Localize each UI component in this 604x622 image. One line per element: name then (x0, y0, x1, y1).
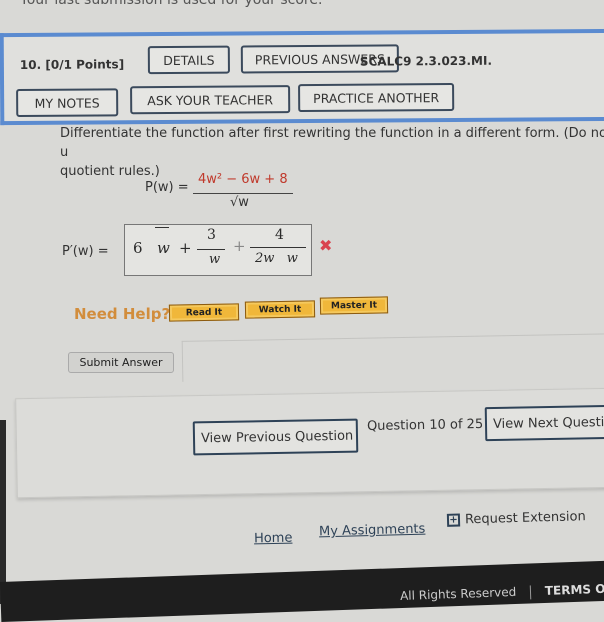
watch-it-button[interactable]: Watch It (244, 300, 316, 319)
submission-note: Your last submission is used for your sc… (20, 0, 323, 8)
question-prompt: Differentiate the function after first r… (60, 124, 604, 181)
practice-another-button[interactable]: PRACTICE ANOTHER (298, 82, 455, 113)
request-extension-label: Request Extension (464, 509, 586, 528)
plus-sign: + (233, 237, 246, 255)
details-button[interactable]: DETAILS (147, 45, 230, 75)
home-link[interactable]: Home (254, 531, 293, 547)
request-extension-link[interactable]: + Request Extension (446, 509, 586, 528)
my-notes-button[interactable]: MY NOTES (16, 88, 119, 118)
submit-panel (181, 333, 604, 382)
prompt-line-2: quotient rules.) (60, 164, 160, 179)
question-code: SCALC9 2.3.023.MI. (359, 53, 493, 69)
function-numerator: 4w² − 6w + 8 (198, 172, 288, 187)
term2-numerator: 3 (207, 227, 216, 243)
read-it-button[interactable]: Read It (168, 303, 240, 322)
view-next-question-button[interactable]: View Next Question (484, 404, 604, 442)
question-points: 10. [0/1 Points] (19, 57, 125, 73)
derivative-label: P′(w) = (62, 244, 109, 259)
question-header: 10. [0/1 Points] DETAILS PREVIOUS ANSWER… (0, 28, 604, 126)
terms-of-use-link[interactable]: TERMS OF U (545, 581, 604, 598)
sqrt-overline (155, 227, 169, 229)
footer-divider (529, 584, 532, 599)
my-assignments-link[interactable]: My Assignments (319, 522, 426, 540)
prompt-line-1: Differentiate the function after first r… (60, 126, 604, 160)
term3-fraction-bar (250, 247, 306, 248)
calendar-plus-icon: + (446, 513, 461, 527)
term2-denominator: w (209, 252, 221, 267)
answer-input[interactable]: 6 w + 3 w + 4 2w w (124, 224, 312, 276)
need-help-label: Need Help? (74, 305, 171, 323)
term1-coefficient: 6 (133, 239, 143, 257)
master-it-button[interactable]: Master It (319, 296, 389, 315)
term1-variable: w (157, 239, 170, 257)
fraction-bar (193, 193, 293, 194)
function-label: P(w) = (145, 180, 189, 195)
view-previous-question-button[interactable]: View Previous Question (192, 418, 359, 456)
submit-answer-button[interactable]: Submit Answer (68, 352, 174, 373)
screen-bezel (0, 420, 6, 604)
term3-denominator: 2w w (255, 251, 298, 266)
ask-your-teacher-button[interactable]: ASK YOUR TEACHER (130, 85, 291, 115)
incorrect-mark-icon: ✖ (319, 236, 333, 255)
function-denominator: √w (230, 195, 249, 210)
plus-sign: + (179, 239, 192, 257)
term2-fraction-bar (197, 249, 225, 250)
term3-numerator: 4 (275, 227, 284, 243)
question-counter: Question 10 of 25 (366, 416, 484, 435)
